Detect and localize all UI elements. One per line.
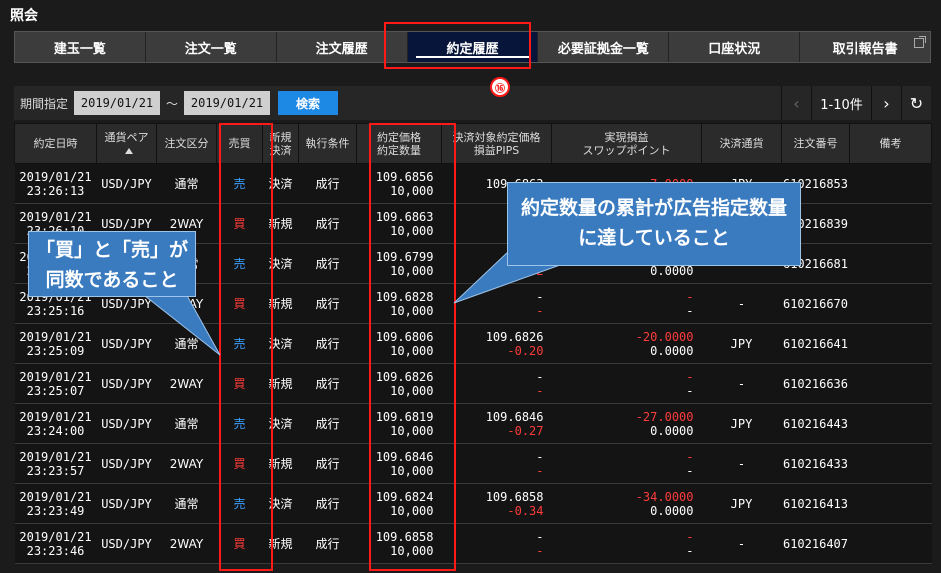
left-callout-pointer bbox=[138, 291, 221, 356]
side-callout: 「買」と「売」が同数であること bbox=[28, 231, 196, 297]
qty-callout: 約定数量の累計が広告指定数量に達していること bbox=[507, 182, 801, 266]
